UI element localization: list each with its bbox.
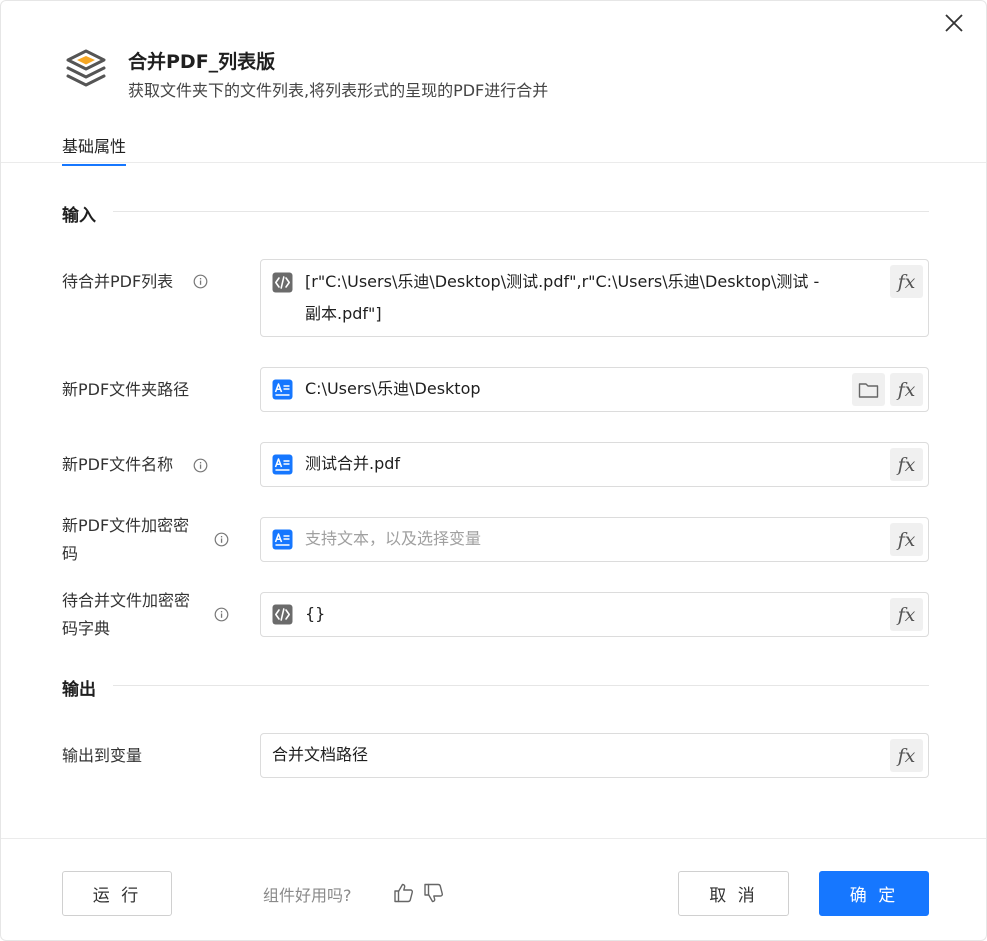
thumbs-up-icon[interactable] (393, 882, 415, 904)
password-dict-input[interactable]: {} fx (260, 592, 929, 637)
feedback-text: 组件好用吗? (263, 886, 352, 905)
dialog: 合并PDF_列表版 获取文件夹下的文件列表,将列表形式的呈现的PDF进行合并 基… (0, 0, 987, 941)
new-folder-input[interactable]: C:\Users\乐迪\Desktop fx (260, 367, 929, 412)
pdf-list-input[interactable]: [r"C:\Users\乐迪\Desktop\测试.pdf",r"C:\User… (260, 259, 929, 337)
password-dict-value: {} (305, 604, 326, 623)
info-icon (193, 274, 208, 289)
new-name-input[interactable]: 测试合并.pdf fx (260, 442, 929, 487)
thumbs-down-icon[interactable] (423, 882, 445, 904)
field-label-pdf-list: 待合并PDF列表 (62, 272, 174, 291)
new-password-input[interactable]: 支持文本，以及选择变量 fx (260, 517, 929, 562)
output-var-value: 合并文档路径 (272, 745, 369, 764)
info-icon (193, 458, 208, 473)
tab-divider (1, 162, 986, 163)
fx-button[interactable]: fx (890, 373, 923, 406)
fx-button[interactable]: fx (890, 598, 923, 631)
footer-divider (1, 838, 986, 839)
section-title-input: 输入 (62, 206, 96, 226)
fx-button[interactable]: fx (890, 523, 923, 556)
pdf-list-value-line2: 副本.pdf"] (305, 304, 382, 323)
field-label-password-dict-line1: 待合并文件加密密 (62, 591, 191, 610)
text-icon (272, 529, 293, 550)
layers-icon (65, 47, 107, 91)
section-title-output: 输出 (62, 680, 96, 700)
section-divider-input (113, 211, 929, 212)
field-label-new-password-line2: 码 (62, 544, 79, 563)
field-label-output-var: 输出到变量 (62, 746, 143, 765)
new-folder-value: C:\Users\乐迪\Desktop (305, 379, 481, 398)
code-icon (272, 272, 293, 293)
confirm-button[interactable]: 确 定 (819, 871, 929, 916)
code-icon (272, 604, 293, 625)
cancel-button[interactable]: 取 消 (678, 871, 789, 916)
pdf-list-value-line1: [r"C:\Users\乐迪\Desktop\测试.pdf",r"C:\User… (305, 272, 820, 291)
field-label-new-folder: 新PDF文件夹路径 (62, 380, 190, 399)
dialog-description: 获取文件夹下的文件列表,将列表形式的呈现的PDF进行合并 (128, 81, 549, 100)
field-label-new-password-line1: 新PDF文件加密密 (62, 516, 190, 535)
text-icon (272, 454, 293, 475)
fx-button[interactable]: fx (890, 739, 923, 772)
output-var-input[interactable]: 合并文档路径 fx (260, 733, 929, 778)
folder-icon[interactable] (852, 373, 885, 406)
fx-button[interactable]: fx (890, 448, 923, 481)
run-button[interactable]: 运 行 (62, 871, 172, 916)
field-label-new-name: 新PDF文件名称 (62, 455, 174, 474)
new-name-value: 测试合并.pdf (305, 454, 401, 473)
new-password-placeholder: 支持文本，以及选择变量 (305, 529, 482, 548)
dialog-title: 合并PDF_列表版 (128, 51, 276, 73)
fx-button[interactable]: fx (890, 265, 923, 298)
close-icon[interactable] (941, 10, 967, 36)
text-icon (272, 379, 293, 400)
info-icon (214, 607, 229, 622)
section-divider-output (113, 685, 929, 686)
info-icon (214, 532, 229, 547)
field-label-password-dict-line2: 码字典 (62, 619, 111, 638)
